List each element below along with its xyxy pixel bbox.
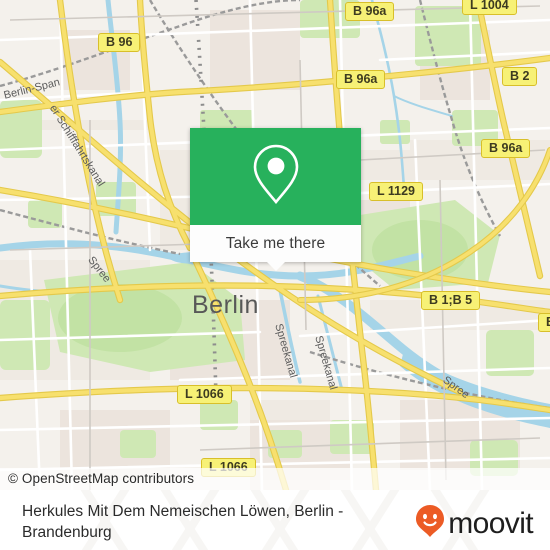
road-shield[interactable]: B 96a <box>345 2 395 21</box>
map-pin-icon <box>250 141 302 212</box>
popup-card-tail <box>266 262 285 271</box>
moovit-logo[interactable]: moovit <box>415 504 534 543</box>
road-shield[interactable]: B 96a <box>336 70 386 89</box>
road-shield[interactable]: L 1129 <box>369 182 424 201</box>
location-popup-card[interactable]: Take me there <box>190 128 361 271</box>
popup-card-action[interactable]: Take me there <box>190 225 361 271</box>
map-attribution: © OpenStreetMap contributors <box>0 468 550 490</box>
popup-card-header <box>190 128 361 225</box>
road-shield[interactable]: L 1004 <box>462 0 517 15</box>
road-shield[interactable]: L 1066 <box>177 385 232 404</box>
road-shield[interactable]: B 96a <box>481 139 531 158</box>
road-shield[interactable]: B 96 <box>98 33 141 52</box>
moovit-map-page: Berlin Berlin-Span er Schifffahrtskanal … <box>0 0 550 550</box>
footer-bar: Herkules Mit Dem Nemeischen Löwen, Berli… <box>0 490 550 550</box>
road-shield[interactable]: B <box>538 313 550 332</box>
moovit-wordmark: moovit <box>448 506 533 540</box>
map-city-label: Berlin <box>192 291 259 319</box>
take-me-there-label: Take me there <box>225 234 326 252</box>
road-shield[interactable]: B 2 <box>502 67 538 86</box>
road-shield[interactable]: B 1;B 5 <box>421 291 481 310</box>
moovit-smiley-pin-icon <box>415 504 445 543</box>
place-title: Herkules Mit Dem Nemeischen Löwen, Berli… <box>22 503 344 541</box>
